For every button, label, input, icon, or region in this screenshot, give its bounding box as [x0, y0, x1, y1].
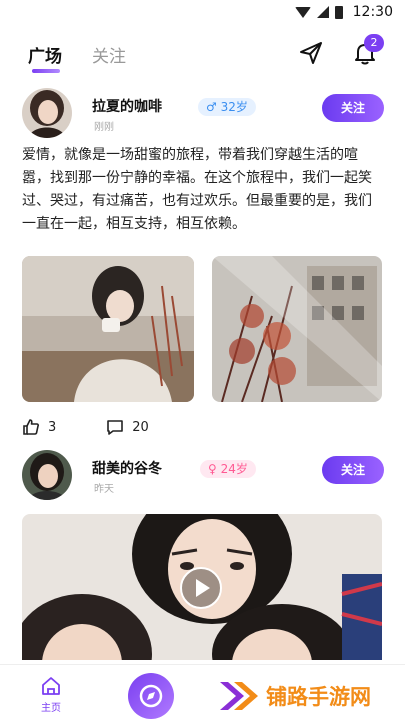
- username[interactable]: 甜美的谷冬: [92, 458, 162, 478]
- comment-icon[interactable]: [106, 418, 124, 436]
- post-image[interactable]: [22, 256, 194, 402]
- post-video[interactable]: [22, 514, 382, 660]
- compass-icon: [139, 684, 163, 708]
- top-bar: 广场 关注 2: [0, 34, 405, 78]
- tab-active-indicator: [32, 69, 60, 73]
- avatar[interactable]: [22, 88, 72, 138]
- watermark: 铺路手游网: [218, 676, 371, 716]
- post-actions: 3 20: [22, 416, 199, 438]
- post-text: 爱情，就像是一场甜蜜的旅程，带着我们穿越生活的喧嚣，找到那一份宁静的幸福。在这个…: [22, 147, 372, 232]
- like-icon[interactable]: [22, 418, 40, 436]
- watermark-text: 铺路手游网: [266, 685, 371, 709]
- post-header: 拉夏的咖啡 刚刚 ♂ 32岁 关注: [22, 88, 384, 138]
- like-count: 3: [48, 419, 57, 435]
- tab-square[interactable]: 广场: [28, 42, 62, 73]
- nav-home-label: 主页: [41, 703, 61, 714]
- send-icon[interactable]: [298, 40, 324, 66]
- play-icon[interactable]: [179, 566, 223, 610]
- post-image[interactable]: [212, 256, 382, 402]
- home-icon: [42, 677, 60, 695]
- gender-age-badge: ♀ 24岁: [200, 460, 256, 478]
- post-time: 刚刚: [94, 122, 114, 133]
- post-time: 昨天: [94, 484, 114, 495]
- username[interactable]: 拉夏的咖啡: [92, 96, 162, 116]
- status-bar: 12:30: [0, 0, 405, 24]
- comment-count: 20: [132, 419, 149, 435]
- nav-home[interactable]: 主页: [34, 675, 68, 714]
- follow-button[interactable]: 关注: [322, 94, 384, 122]
- post-header: 甜美的谷冬 昨天 ♀ 24岁 关注: [22, 450, 384, 500]
- follow-button[interactable]: 关注: [322, 456, 384, 484]
- tab-following[interactable]: 关注: [92, 42, 126, 67]
- battery-icon: [334, 5, 343, 19]
- signal-icon: [316, 6, 329, 18]
- gender-age-badge: ♂ 32岁: [198, 98, 256, 116]
- status-time: 12:30: [352, 4, 393, 20]
- tab-following-label: 关注: [92, 47, 126, 67]
- wifi-icon: [294, 6, 311, 18]
- notification-badge: 2: [364, 34, 384, 52]
- nav-discover-button[interactable]: [128, 673, 174, 719]
- tab-square-label: 广场: [28, 47, 62, 67]
- avatar[interactable]: [22, 450, 72, 500]
- watermark-logo-icon: [220, 682, 258, 710]
